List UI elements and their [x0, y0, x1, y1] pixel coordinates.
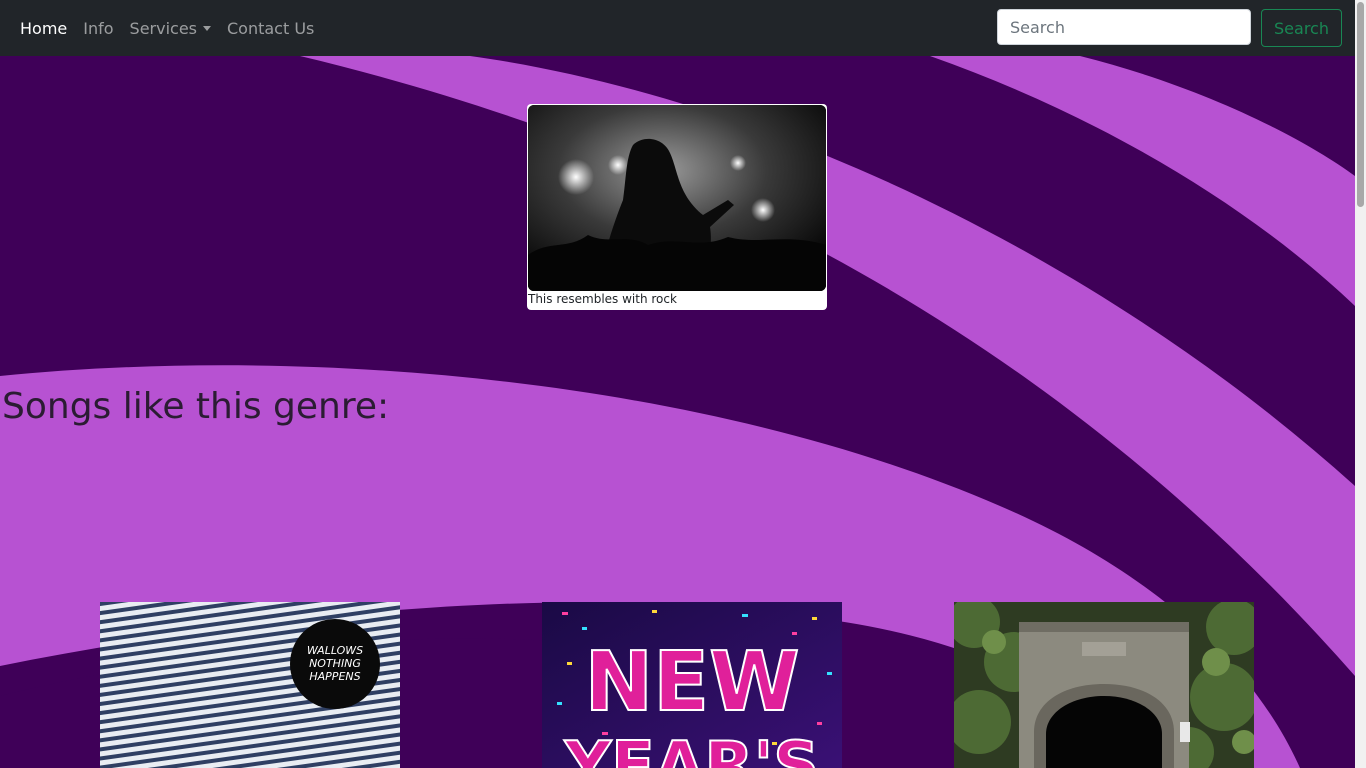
songs-heading: Songs like this genre:	[2, 386, 390, 427]
nav-services-label: Services	[129, 18, 197, 38]
nav-home-link[interactable]: Home	[20, 19, 67, 38]
rock-concert-image	[528, 105, 826, 291]
album-1-line-1: WALLOWS	[307, 644, 363, 657]
nav-info-link[interactable]: Info	[83, 19, 113, 38]
album-cover-wallows: WALLOWS NOTHING HAPPENS	[100, 602, 400, 768]
scrollbar-thumb[interactable]	[1357, 2, 1364, 207]
nav-links: Home Info Services Contact Us	[20, 19, 330, 38]
album-card-1[interactable]: WALLOWS NOTHING HAPPENS	[100, 602, 400, 768]
album-2-line-2: YEAR'S	[564, 729, 820, 768]
album-1-line-3: HAPPENS	[309, 670, 360, 683]
page-scrollbar[interactable]	[1355, 0, 1366, 768]
navbar: Home Info Services Contact Us Search	[0, 0, 1355, 56]
album-cover-tunnel	[954, 602, 1254, 768]
search-input[interactable]	[997, 9, 1251, 45]
nav-services-dropdown[interactable]: Services	[130, 19, 211, 38]
search-button[interactable]: Search	[1261, 9, 1342, 47]
nav-contact-link[interactable]: Contact Us	[227, 19, 314, 38]
hero-caption: This resembles with rock	[528, 292, 677, 306]
chevron-down-icon	[203, 25, 211, 31]
album-card-2[interactable]: NEW YEAR'S	[542, 602, 842, 768]
album-2-line-1: NEW	[584, 635, 799, 730]
hero-figure: This resembles with rock	[527, 104, 827, 310]
album-1-line-2: NOTHING	[309, 657, 361, 670]
album-card-3[interactable]	[954, 602, 1254, 768]
album-cover-new-years: NEW YEAR'S	[542, 602, 842, 768]
